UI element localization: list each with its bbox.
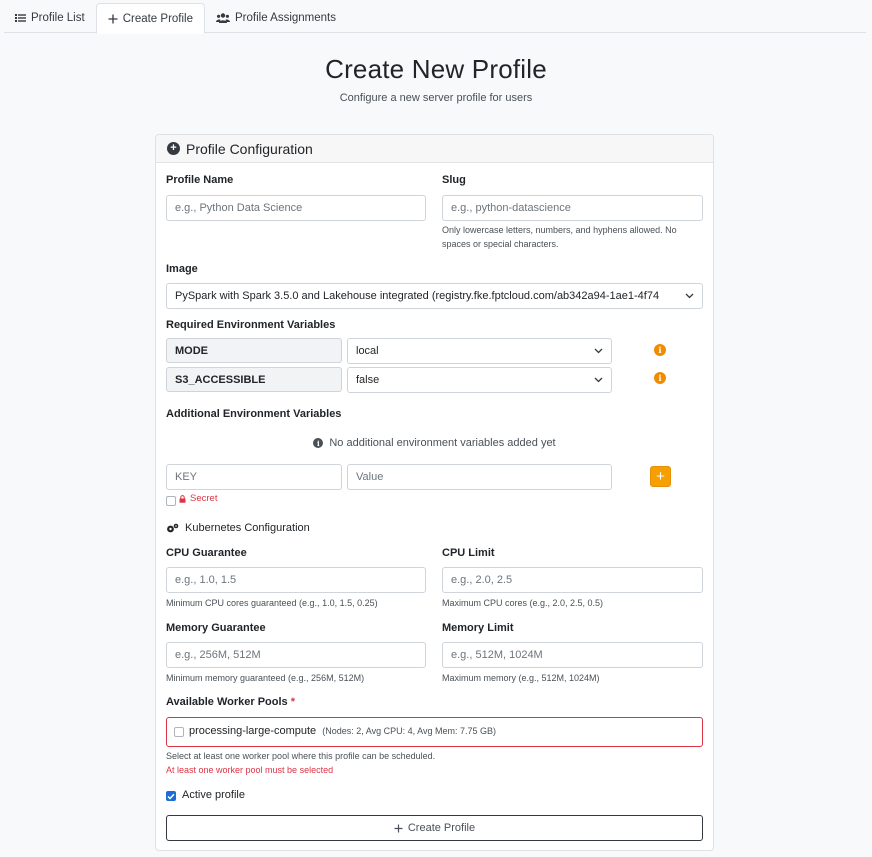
pool-name: processing-large-compute [189,725,317,737]
info-icon[interactable]: i [654,372,666,384]
memory-guarantee-help: Minimum memory guaranteed (e.g., 256M, 5… [166,673,365,683]
card-header: + Profile Configuration [156,135,713,163]
required-env-label: Required Environment Variables [166,319,336,331]
plus-icon [394,824,403,833]
pool-error-text: At least one worker pool must be selecte… [166,765,334,775]
secret-label: Secret [179,493,217,504]
tab-label: Create Profile [122,12,193,25]
pool-checkbox[interactable] [174,727,184,737]
slug-label: Slug [442,174,466,186]
worker-pools-label-text: Available Worker Pools [166,696,288,708]
secret-checkbox[interactable] [166,496,176,506]
profile-name-input[interactable]: e.g., Python Data Science [166,195,426,221]
memory-limit-label: Memory Limit [442,622,514,634]
image-label: Image [166,263,198,275]
worker-pools-label: Available Worker Pools * [166,696,295,708]
additional-env-label: Additional Environment Variables [166,408,342,420]
tab-create-profile[interactable]: Create Profile [95,3,205,34]
secret-text: Secret [190,493,218,504]
tab-profile-list[interactable]: Profile List [4,3,96,32]
cpu-guarantee-label: CPU Guarantee [166,547,247,559]
env-value: local [356,345,379,357]
pool-details: (Nodes: 2, Avg CPU: 4, Avg Mem: 7.75 GB) [322,726,496,736]
memory-limit-help: Maximum memory (e.g., 512M, 1024M) [442,673,600,683]
memory-limit-input[interactable]: e.g., 512M, 1024M [442,642,703,668]
kubernetes-config-text: Kubernetes Configuration [185,522,310,534]
plus-icon [108,14,118,24]
tab-label: Profile Assignments [235,11,336,24]
cogs-icon [166,523,179,534]
tab-profile-assignments[interactable]: Profile Assignments [205,3,347,32]
env-value: false [356,374,380,386]
active-profile-checkbox[interactable] [166,791,176,801]
plus-circle-icon: + [167,142,180,155]
chevron-down-icon [685,291,694,303]
info-icon[interactable]: i [654,344,666,356]
env-key-s3-accessible: S3_ACCESSIBLE [166,367,342,392]
page-title: Create New Profile [325,54,547,84]
no-env-text: No additional environment variables adde… [329,437,556,449]
cpu-limit-label: CPU Limit [442,547,495,559]
cpu-guarantee-input[interactable]: e.g., 1.0, 1.5 [166,567,426,593]
chevron-down-icon [594,375,603,387]
create-profile-button[interactable]: Create Profile [166,815,703,841]
cpu-limit-input[interactable]: e.g., 2.0, 2.5 [442,567,703,593]
create-profile-label: Create Profile [407,822,476,834]
cpu-guarantee-help: Minimum CPU cores guaranteed (e.g., 1.0,… [166,598,378,608]
env-value-s3-select[interactable]: false [347,367,612,393]
image-select[interactable]: PySpark with Spark 3.5.0 and Lakehouse i… [166,283,703,309]
env-value-input[interactable]: Value [347,464,612,490]
check-icon [167,793,175,800]
memory-guarantee-input[interactable]: e.g., 256M, 512M [166,642,426,668]
page-subtitle: Configure a new server profile for users [339,92,533,104]
pool-help-text: Select at least one worker pool where th… [166,751,436,761]
env-value-mode-select[interactable]: local [347,338,612,364]
required-mark: * [290,696,295,708]
active-profile-label: Active profile [182,789,245,801]
tab-bar: Profile List Create Profile Profile Assi… [4,3,866,34]
image-select-value: PySpark with Spark 3.5.0 and Lakehouse i… [175,290,660,302]
env-key-mode: MODE [166,338,342,363]
lock-icon [179,494,186,503]
tab-label: Profile List [31,11,85,24]
worker-pool-list: processing-large-compute (Nodes: 2, Avg … [166,717,703,747]
chevron-down-icon [594,346,603,358]
memory-guarantee-label: Memory Guarantee [166,622,266,634]
slug-input[interactable]: e.g., python-datascience [442,195,703,221]
users-icon [216,12,230,23]
env-key-input[interactable]: KEY [166,464,342,490]
pool-item[interactable]: processing-large-compute (Nodes: 2, Avg … [189,725,496,737]
profile-name-label: Profile Name [166,174,234,186]
info-circle-icon: i [313,438,324,448]
slug-help-text: Only lowercase letters, numbers, and hyp… [442,225,677,249]
card-title: Profile Configuration [186,140,313,157]
list-icon [15,13,26,23]
add-env-button[interactable]: + [650,466,671,487]
no-env-message: i No additional environment variables ad… [166,437,703,449]
cpu-limit-help: Maximum CPU cores (e.g., 2.0, 2.5, 0.5) [442,598,604,608]
kubernetes-config-heading: Kubernetes Configuration [166,522,310,534]
